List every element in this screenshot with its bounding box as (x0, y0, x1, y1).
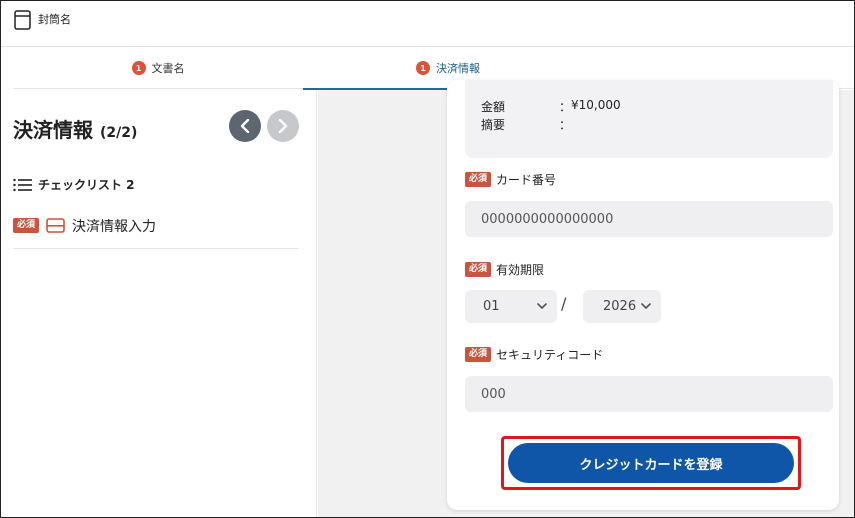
list-icon (13, 178, 32, 191)
required-badge: 必須 (465, 347, 492, 362)
summary-colon: ： (559, 100, 572, 114)
register-card-button[interactable]: クレジットカードを登録 (508, 443, 794, 483)
expiry-label: 必須 有効期限 (465, 261, 544, 278)
chevron-down-icon (641, 303, 651, 309)
tab-label: 決済情報 (436, 62, 480, 75)
expiry-separator: / (561, 294, 567, 313)
tab-document-name[interactable]: 1 文書名 (13, 47, 303, 89)
envelope-icon (14, 10, 31, 30)
summary-row-description: 摘要 ： (481, 116, 571, 133)
expiry-month-value: 01 (483, 299, 500, 314)
next-button[interactable] (267, 110, 299, 142)
app-frame: 封筒名 1 文書名 1 決済情報 決済情報 (2/2) チェックリスト 2 必須… (0, 0, 855, 518)
summary-colon: ： (559, 118, 572, 132)
checklist-item-label: 決済情報入力 (72, 218, 157, 235)
card-number-label: 必須 カード番号 (465, 171, 556, 188)
expiry-year-value: 2026 (603, 299, 637, 314)
checklist-title: チェックリスト 2 (38, 178, 135, 192)
expiry-year-select[interactable]: 2026 (583, 290, 661, 323)
tab-number-badge: 1 (131, 61, 146, 75)
payment-summary: 金額 ： ¥10,000 摘要 ： (465, 80, 833, 158)
section-title: 決済情報 (2/2) (13, 114, 137, 143)
highlight-box: クレジットカードを登録 (501, 436, 801, 490)
summary-key: 金額 (481, 100, 506, 114)
summary-value: ¥10,000 (571, 98, 621, 112)
credit-card-icon (46, 218, 65, 233)
card-number-value: 0000000000000000 (481, 211, 614, 227)
chevron-right-icon (278, 119, 288, 133)
required-badge: 必須 (465, 262, 492, 277)
required-badge: 必須 (13, 218, 40, 233)
security-code-input[interactable]: 000 (465, 376, 833, 412)
security-code-label-text: セキュリティコード (496, 348, 604, 362)
card-number-label-text: カード番号 (496, 173, 557, 187)
previous-button[interactable] (229, 110, 261, 142)
security-code-value: 000 (481, 386, 506, 402)
document-title: 封筒名 (38, 13, 71, 26)
required-badge: 必須 (465, 172, 492, 187)
tab-label: 文書名 (151, 62, 185, 75)
card-number-input[interactable]: 0000000000000000 (465, 201, 833, 237)
security-code-label: 必須 セキュリティコード (465, 346, 603, 363)
expiry-label-text: 有効期限 (496, 263, 545, 277)
expiry-month-select[interactable]: 01 (465, 290, 557, 323)
section-title-text: 決済情報 (13, 118, 93, 142)
chevron-left-icon (240, 119, 250, 133)
main-content: 金額 ： ¥10,000 摘要 ： 必須 カード番号 0000000000000… (318, 80, 854, 517)
tab-number-badge: 1 (416, 61, 430, 75)
summary-row-amount: 金額 ： ¥10,000 (481, 98, 621, 115)
top-bar: 封筒名 (1, 1, 854, 47)
payment-form-card: 金額 ： ¥10,000 摘要 ： 必須 カード番号 0000000000000… (447, 80, 839, 510)
checklist-item-payment[interactable]: 必須 決済情報入力 (13, 211, 299, 249)
checklist-header: チェックリスト 2 (13, 176, 135, 193)
left-panel: 決済情報 (2/2) チェックリスト 2 必須 決済情報入力 (1, 90, 317, 517)
summary-key: 摘要 (481, 118, 506, 132)
chevron-down-icon (537, 303, 547, 309)
section-count: (2/2) (99, 125, 138, 141)
